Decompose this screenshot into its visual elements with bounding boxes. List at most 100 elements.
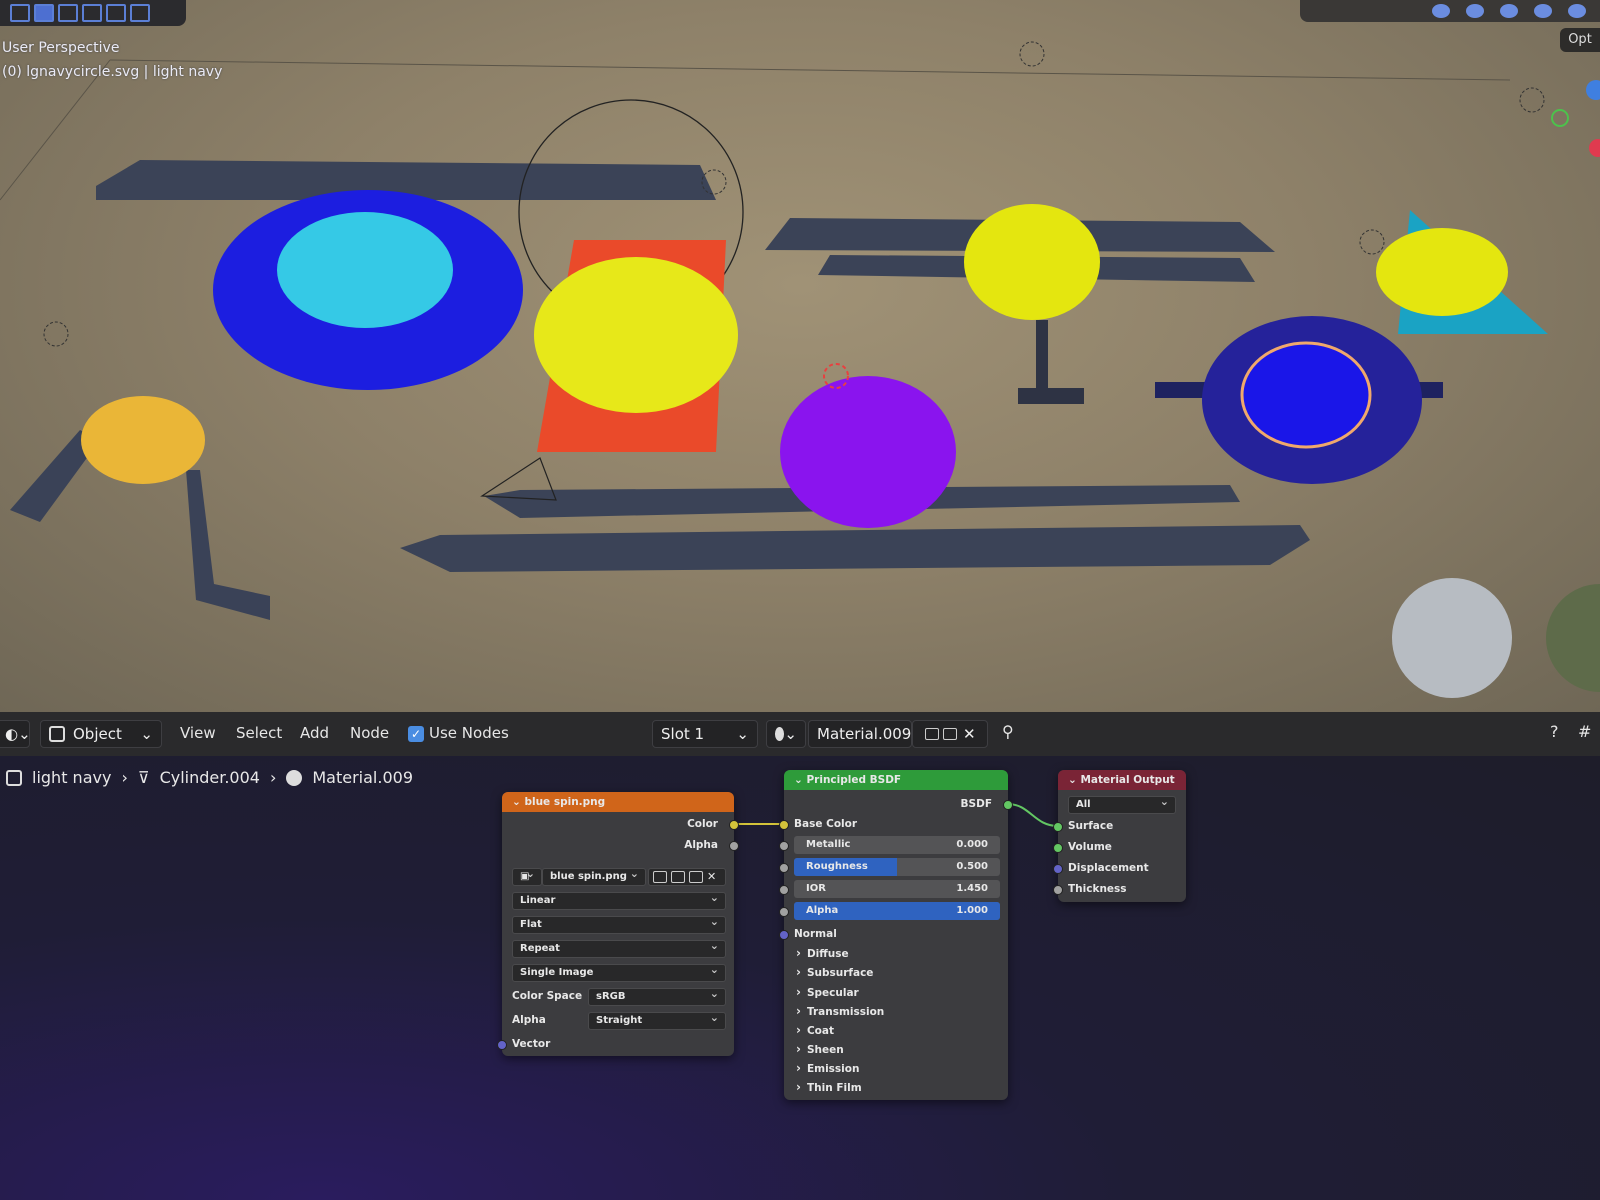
gizmo-z-axis[interactable]	[1586, 80, 1600, 100]
fake-user-shield-icon[interactable]	[653, 871, 667, 883]
collapse-icon[interactable]: ⌄	[794, 774, 803, 786]
light-object[interactable]	[1519, 87, 1545, 113]
image-texture-node-header[interactable]: ⌄ blue spin.png	[502, 792, 734, 812]
fake-user-shield-icon[interactable]	[925, 728, 939, 740]
material-name-field[interactable]: Material.009	[808, 720, 912, 748]
select-invert-icon[interactable]	[106, 4, 126, 22]
3d-viewport[interactable]: Opt User Perspective (0) lgnavycircle.sv…	[0, 0, 1600, 712]
panel-diffuse[interactable]: Diffuse	[796, 946, 849, 960]
material-output-node-header[interactable]: ⌄ Material Output	[1058, 770, 1186, 790]
t-post-base[interactable]	[1018, 388, 1084, 404]
editor-type-button[interactable]: ◐⌄	[0, 720, 31, 748]
alpha-slider[interactable]: Alpha 1.000	[794, 902, 1000, 920]
alpha-mode-dropdown[interactable]: Straight	[588, 1010, 726, 1030]
blue-disc-outlined[interactable]	[1240, 341, 1372, 449]
thickness-input-socket[interactable]	[1053, 885, 1063, 895]
yellow-disc[interactable]	[1376, 228, 1508, 316]
principled-bsdf-node-header[interactable]: ⌄ Principled BSDF	[784, 770, 1008, 790]
open-folder-icon[interactable]	[689, 871, 703, 883]
color-space-dropdown[interactable]: sRGB	[588, 986, 726, 1006]
light-object[interactable]	[1359, 229, 1385, 255]
pin-icon[interactable]: ⚲	[1002, 722, 1014, 741]
help-icon[interactable]: ?	[1550, 722, 1559, 741]
duplicate-icon[interactable]	[943, 728, 957, 740]
render-target-dropdown[interactable]: All	[1068, 794, 1176, 814]
displacement-input-socket[interactable]	[1053, 864, 1063, 874]
panel-subsurface[interactable]: Subsurface	[796, 965, 873, 979]
browse-material-button[interactable]: ⌄	[766, 720, 806, 748]
wireframe-shading-icon[interactable]	[1534, 4, 1552, 18]
select-intersect-icon[interactable]	[130, 4, 150, 22]
orange-disc[interactable]	[81, 396, 205, 484]
principled-bsdf-node[interactable]: ⌄ Principled BSDF BSDF Base Color Metall…	[779, 770, 1013, 1100]
roughness-slider[interactable]: Roughness 0.500	[794, 858, 1000, 876]
yellow-disc[interactable]	[534, 257, 738, 413]
vector-input-socket[interactable]	[497, 1040, 507, 1050]
normal-input-socket[interactable]	[779, 930, 789, 940]
object-mode-label: Object	[73, 725, 122, 743]
purple-disc[interactable]	[780, 376, 956, 528]
collapse-icon[interactable]: ⌄	[512, 796, 521, 808]
visibility-icon[interactable]	[1432, 4, 1450, 18]
image-browse-dropdown[interactable]: ▣	[512, 866, 542, 886]
panel-emission[interactable]: Emission	[796, 1061, 860, 1075]
roughness-input-socket[interactable]	[779, 863, 789, 873]
select-subtract-icon[interactable]	[82, 4, 102, 22]
light-object[interactable]	[43, 321, 69, 347]
close-icon[interactable]: ✕	[707, 870, 716, 883]
menu-node[interactable]: Node	[350, 724, 389, 742]
base-color-input-socket[interactable]	[779, 820, 789, 830]
metallic-input-socket[interactable]	[779, 841, 789, 851]
alpha-output-socket[interactable]	[729, 841, 739, 851]
snap-grid-icon[interactable]: #	[1578, 722, 1591, 741]
panel-sheen[interactable]: Sheen	[796, 1042, 844, 1056]
light-object[interactable]	[1019, 41, 1045, 67]
menu-select[interactable]: Select	[236, 724, 282, 742]
projection-dropdown[interactable]: Flat	[512, 914, 726, 934]
gizmo-icon[interactable]	[1466, 4, 1484, 18]
surface-input-socket[interactable]	[1053, 822, 1063, 832]
source-dropdown[interactable]: Single Image	[512, 962, 726, 982]
panel-thin-film[interactable]: Thin Film	[796, 1080, 862, 1094]
object-mode-dropdown[interactable]: Object ⌄	[40, 720, 162, 748]
use-nodes-checkbox[interactable]: ✓ Use Nodes	[408, 724, 509, 742]
t-post[interactable]	[1036, 320, 1048, 392]
options-button[interactable]: Opt	[1560, 28, 1600, 52]
color-output-socket[interactable]	[729, 820, 739, 830]
select-new-icon[interactable]	[34, 4, 54, 22]
gizmo-x-axis[interactable]	[1589, 139, 1600, 157]
duplicate-icon[interactable]	[671, 871, 685, 883]
interpolation-dropdown[interactable]: Linear	[512, 890, 726, 910]
scene-render[interactable]	[0, 0, 1600, 712]
navy-bar[interactable]	[400, 525, 1310, 572]
extension-dropdown[interactable]: Repeat	[512, 938, 726, 958]
use-nodes-label: Use Nodes	[429, 724, 509, 742]
ior-field[interactable]: IOR 1.450	[794, 880, 1000, 898]
material-output-node[interactable]: ⌄ Material Output All Surface Volume Dis…	[1053, 770, 1186, 902]
image-texture-node[interactable]: ⌄ blue spin.png Color Alpha ▣ blue spin.…	[497, 792, 739, 1056]
slot-dropdown[interactable]: Slot 1 ⌄	[652, 720, 758, 748]
menu-view[interactable]: View	[180, 724, 216, 742]
close-icon[interactable]: ✕	[963, 725, 976, 743]
metallic-slider[interactable]: Metallic 0.000	[794, 836, 1000, 854]
cyan-disc[interactable]	[277, 212, 453, 328]
panel-specular[interactable]: Specular	[796, 985, 859, 999]
volume-input-socket[interactable]	[1053, 843, 1063, 853]
alpha-input-socket[interactable]	[779, 907, 789, 917]
gizmo-y-axis[interactable]	[1551, 109, 1569, 127]
image-name-field[interactable]: blue spin.png	[542, 866, 646, 886]
tweak-tool-icon[interactable]	[10, 4, 30, 22]
rendered-shading-icon[interactable]	[1568, 4, 1586, 18]
alpha-value: 1.000	[956, 905, 988, 916]
yellow-disc[interactable]	[964, 204, 1100, 320]
navy-arm[interactable]	[186, 470, 270, 620]
bsdf-output-socket[interactable]	[1003, 800, 1013, 810]
panel-coat[interactable]: Coat	[796, 1023, 834, 1037]
select-extend-icon[interactable]	[58, 4, 78, 22]
collapse-icon[interactable]: ⌄	[1068, 774, 1077, 786]
overlay-icon[interactable]	[1500, 4, 1518, 18]
ior-input-socket[interactable]	[779, 885, 789, 895]
menu-add[interactable]: Add	[300, 724, 329, 742]
node-editor-canvas[interactable]: light navy › ⊽ Cylinder.004 › Material.0…	[0, 756, 1600, 1200]
panel-transmission[interactable]: Transmission	[796, 1004, 884, 1018]
